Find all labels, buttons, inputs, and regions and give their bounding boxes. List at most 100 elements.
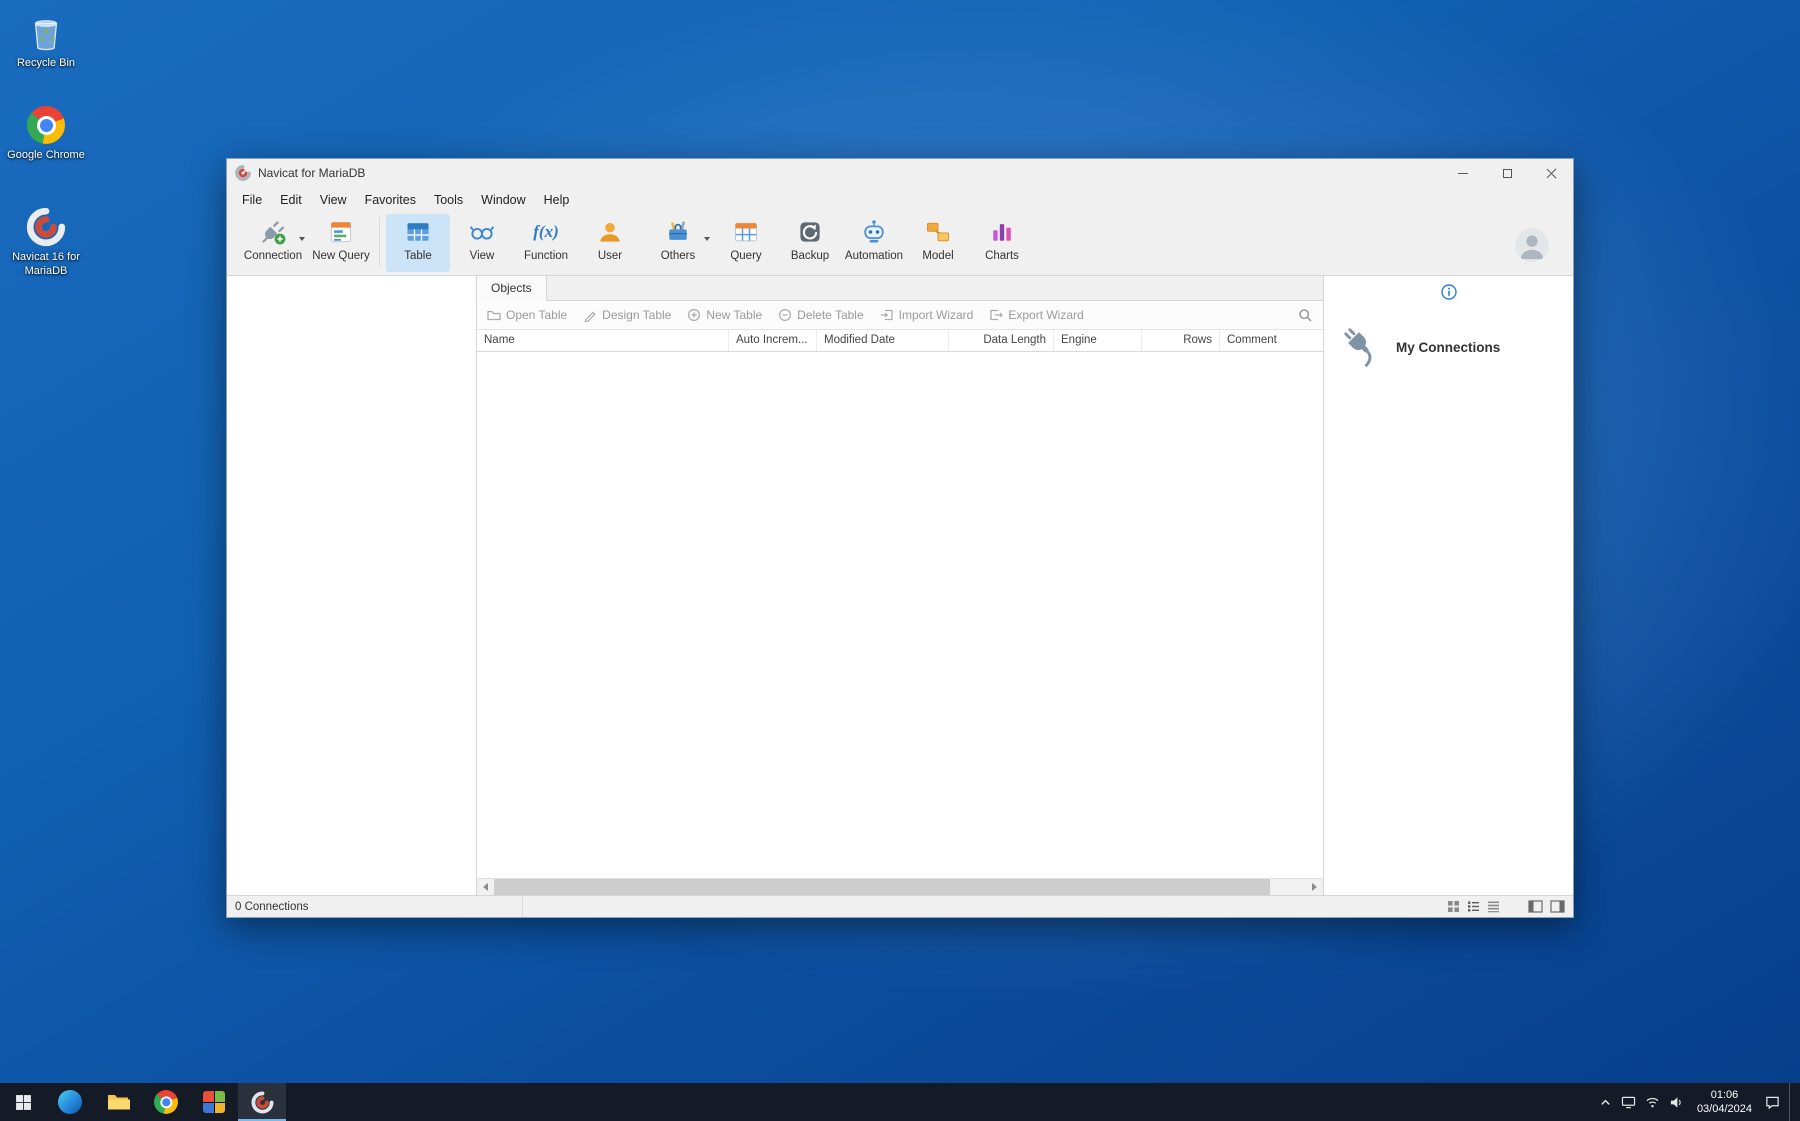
toolbar-new-query[interactable]: New Query [309, 214, 373, 272]
toggle-left-panel-button[interactable] [1528, 900, 1543, 913]
new-query-icon [326, 217, 356, 247]
tab-bar: Objects [477, 276, 1323, 301]
toolbar-automation[interactable]: Automation [842, 214, 906, 272]
tab-label: Objects [491, 281, 532, 295]
toolbar-label: New Query [312, 250, 370, 262]
clock-date: 03/04/2024 [1696, 1103, 1752, 1115]
table-icon [403, 217, 433, 247]
taskbar: 01:06 03/04/2024 [0, 1083, 1800, 1121]
desktop-icon-label: Recycle Bin [16, 57, 76, 69]
tray-expand-icon[interactable] [1599, 1096, 1612, 1109]
connections-count: 0 Connections [235, 900, 309, 913]
my-connections-label: My Connections [1396, 340, 1501, 355]
toolbar-backup[interactable]: Backup [778, 214, 842, 272]
notification-center-icon[interactable] [1765, 1095, 1780, 1110]
list-view-button[interactable] [1467, 900, 1480, 913]
horizontal-scrollbar[interactable] [477, 878, 1323, 895]
right-arrow-icon [1312, 883, 1317, 891]
connections-sidebar[interactable] [227, 276, 477, 895]
design-table-button[interactable]: Design Table [583, 308, 671, 322]
my-connections-item[interactable]: My Connections [1338, 322, 1500, 373]
scroll-right-arrow[interactable] [1306, 879, 1323, 895]
pencil-icon [584, 311, 596, 322]
column-header-name[interactable]: Name [477, 330, 729, 351]
display-icon[interactable] [1621, 1096, 1636, 1109]
menu-view[interactable]: View [311, 190, 356, 210]
menu-favorites[interactable]: Favorites [356, 190, 425, 210]
navicat-icon [250, 1090, 274, 1114]
desktop-background: Recycle Bin Google Chrome Navicat 16 for… [0, 0, 1800, 1121]
status-bar: 0 Connections [227, 895, 1573, 917]
chrome-icon [154, 1090, 178, 1114]
chrome-icon [24, 104, 68, 146]
desktop-icon-recycle-bin[interactable]: Recycle Bin [0, 12, 92, 71]
search-icon[interactable] [1298, 308, 1313, 323]
maximize-button[interactable] [1485, 159, 1529, 187]
tab-objects[interactable]: Objects [477, 276, 547, 301]
column-header-data-length[interactable]: Data Length [949, 330, 1054, 351]
chevron-down-icon[interactable] [704, 237, 710, 241]
toolbar-query[interactable]: Query [714, 214, 778, 272]
table-body-empty[interactable] [477, 352, 1323, 878]
toolbar-label: Function [523, 250, 569, 262]
app-logo-icon [235, 165, 251, 181]
column-header-rows[interactable]: Rows [1142, 330, 1220, 351]
column-header-modified-date[interactable]: Modified Date [817, 330, 949, 351]
toolbar-user[interactable]: User [578, 214, 642, 272]
toolbar-view[interactable]: View [450, 214, 514, 272]
start-button[interactable] [0, 1083, 46, 1121]
scroll-left-arrow[interactable] [477, 879, 494, 895]
others-toolbox-icon [663, 217, 693, 247]
taskbar-clock[interactable]: 01:06 03/04/2024 [1693, 1088, 1756, 1117]
menu-file[interactable]: File [233, 190, 271, 210]
column-header-auto-increment[interactable]: Auto Increm... [729, 330, 817, 351]
toolbar-function[interactable]: f(x) Function [514, 214, 578, 272]
minimize-button[interactable] [1441, 159, 1485, 187]
show-desktop-button[interactable] [1789, 1083, 1794, 1121]
details-panel: My Connections [1323, 276, 1573, 895]
folder-icon [487, 310, 501, 321]
plus-circle-icon [688, 308, 701, 322]
toolbar-charts[interactable]: Charts [970, 214, 1034, 272]
network-icon[interactable] [1645, 1096, 1660, 1109]
detail-view-button[interactable] [1487, 900, 1500, 913]
volume-icon[interactable] [1669, 1096, 1684, 1109]
toolbar-label: Query [730, 250, 762, 262]
close-button[interactable] [1529, 159, 1573, 187]
taskbar-navicat-button[interactable] [238, 1083, 286, 1121]
toolbar-label: View [469, 250, 495, 262]
toolbar-connection[interactable]: Connection [237, 214, 309, 272]
info-icon[interactable] [1440, 284, 1457, 305]
taskbar-file-explorer-button[interactable] [94, 1083, 142, 1121]
view-icon [467, 217, 497, 247]
taskbar-chrome-button[interactable] [142, 1083, 190, 1121]
desktop-icon-navicat[interactable]: Navicat 16 for MariaDB [0, 206, 92, 279]
toolbar-others[interactable]: Others [642, 214, 714, 272]
menu-edit[interactable]: Edit [271, 190, 311, 210]
scrollbar-thumb[interactable] [494, 879, 1270, 895]
menu-window[interactable]: Window [472, 190, 534, 210]
import-wizard-button[interactable]: Import Wizard [880, 308, 973, 322]
toggle-right-panel-button[interactable] [1550, 900, 1565, 913]
desktop-icon-google-chrome[interactable]: Google Chrome [0, 104, 92, 163]
navicat-icon [24, 206, 68, 248]
taskbar-app-button[interactable] [190, 1083, 238, 1121]
chevron-down-icon[interactable] [299, 237, 305, 241]
toolbar-label: Backup [790, 250, 830, 262]
user-icon [595, 217, 625, 247]
toolbar-model[interactable]: Model [906, 214, 970, 272]
menu-help[interactable]: Help [535, 190, 579, 210]
column-header-engine[interactable]: Engine [1054, 330, 1142, 351]
export-wizard-button[interactable]: Export Wizard [989, 308, 1084, 322]
titlebar[interactable]: Navicat for MariaDB [227, 159, 1573, 187]
toolbar-label: User [597, 250, 623, 262]
toolbar-table[interactable]: Table [386, 214, 450, 272]
new-table-button[interactable]: New Table [687, 308, 762, 322]
menu-tools[interactable]: Tools [425, 190, 472, 210]
taskbar-edge-button[interactable] [46, 1083, 94, 1121]
big-icons-view-button[interactable] [1447, 900, 1460, 913]
open-table-button[interactable]: Open Table [487, 308, 567, 322]
column-header-comment[interactable]: Comment [1220, 330, 1323, 351]
user-avatar[interactable] [1515, 227, 1549, 262]
delete-table-button[interactable]: Delete Table [778, 308, 864, 322]
